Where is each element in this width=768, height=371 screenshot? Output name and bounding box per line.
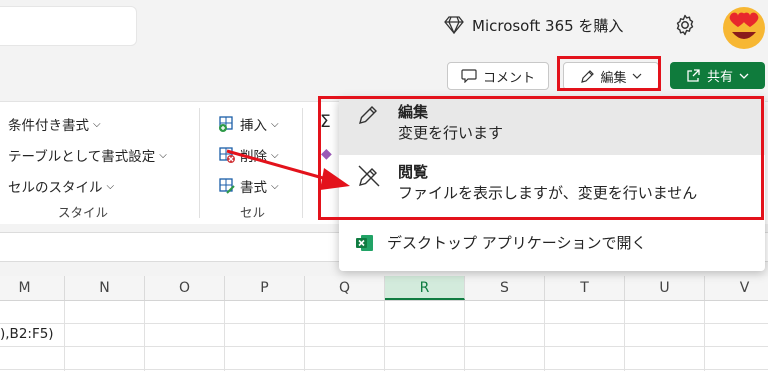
column-header-row: M N O P Q R S T U V (0, 276, 768, 301)
divider (302, 108, 303, 218)
column-header[interactable]: O (145, 276, 225, 300)
column-header[interactable]: V (705, 276, 768, 300)
format-cells-label: 書式 (240, 180, 267, 196)
format-as-table-button[interactable]: テーブルとして書式設定 ⌵ (8, 145, 167, 165)
cell-group-label: セル (240, 205, 266, 220)
chevron-down-icon: ⌵ (159, 149, 167, 161)
column-header[interactable]: Q (305, 276, 385, 300)
comment-button[interactable]: コメント (447, 62, 549, 90)
edit-button-highlight (557, 56, 661, 91)
column-header[interactable]: S (465, 276, 545, 300)
desktop-app-label: デスクトップ アプリケーションで開く (387, 234, 647, 252)
share-label: 共有 (706, 70, 733, 85)
delete-cells-label: 削除 (240, 149, 267, 165)
format-as-table-label: テーブルとして書式設定 (8, 149, 156, 165)
insert-cells-icon (219, 116, 233, 132)
buy-ms365-link[interactable]: Microsoft 365 を購入 (444, 12, 623, 38)
cell-grid[interactable] (0, 301, 768, 371)
column-header[interactable]: U (625, 276, 705, 300)
conditional-format-button[interactable]: 条件付き書式 ⌵ (8, 114, 101, 134)
gear-icon[interactable] (673, 13, 697, 37)
delete-cells-button[interactable]: 削除 ⌵ (218, 145, 279, 165)
cell-styles-button[interactable]: セルのスタイル ⌵ (8, 176, 114, 196)
share-button[interactable]: 共有 (670, 62, 765, 89)
divider (199, 108, 200, 218)
conditional-format-label: 条件付き書式 (8, 118, 89, 134)
search-box[interactable] (0, 6, 137, 46)
delete-cells-icon (219, 147, 235, 163)
cell-formula-text[interactable]: ),B2:F5) (0, 326, 54, 342)
chevron-down-icon (739, 73, 749, 79)
avatar[interactable] (720, 2, 768, 50)
share-icon (687, 68, 700, 82)
column-header[interactable]: P (225, 276, 305, 300)
comment-label: コメント (482, 70, 535, 86)
cell-styles-label: セルのスタイル (8, 180, 103, 196)
ms365-label: Microsoft 365 を購入 (472, 16, 624, 35)
open-in-desktop-app[interactable]: デスクトップ アプリケーションで開く (355, 232, 646, 253)
diamond-icon (444, 16, 464, 34)
chevron-down-icon: ⌵ (106, 180, 115, 192)
column-header[interactable]: N (65, 276, 145, 300)
excel-icon (356, 234, 373, 251)
chevron-down-icon: ⌵ (271, 149, 279, 161)
format-cells-button[interactable]: 書式 ⌵ (218, 176, 279, 196)
insert-cells-label: 挿入 (240, 118, 267, 134)
style-group-label: スタイル (58, 205, 109, 220)
chevron-down-icon: ⌵ (271, 118, 279, 130)
chevron-down-icon: ⌵ (271, 180, 279, 192)
insert-cells-button[interactable]: 挿入 ⌵ (218, 114, 279, 134)
format-cells-icon (219, 178, 235, 194)
comment-icon (461, 69, 477, 83)
column-header[interactable]: M (0, 276, 65, 300)
column-header-selected[interactable]: R (385, 276, 465, 300)
chevron-down-icon: ⌵ (93, 118, 101, 130)
menu-highlight (318, 96, 764, 220)
column-header[interactable]: T (545, 276, 625, 300)
